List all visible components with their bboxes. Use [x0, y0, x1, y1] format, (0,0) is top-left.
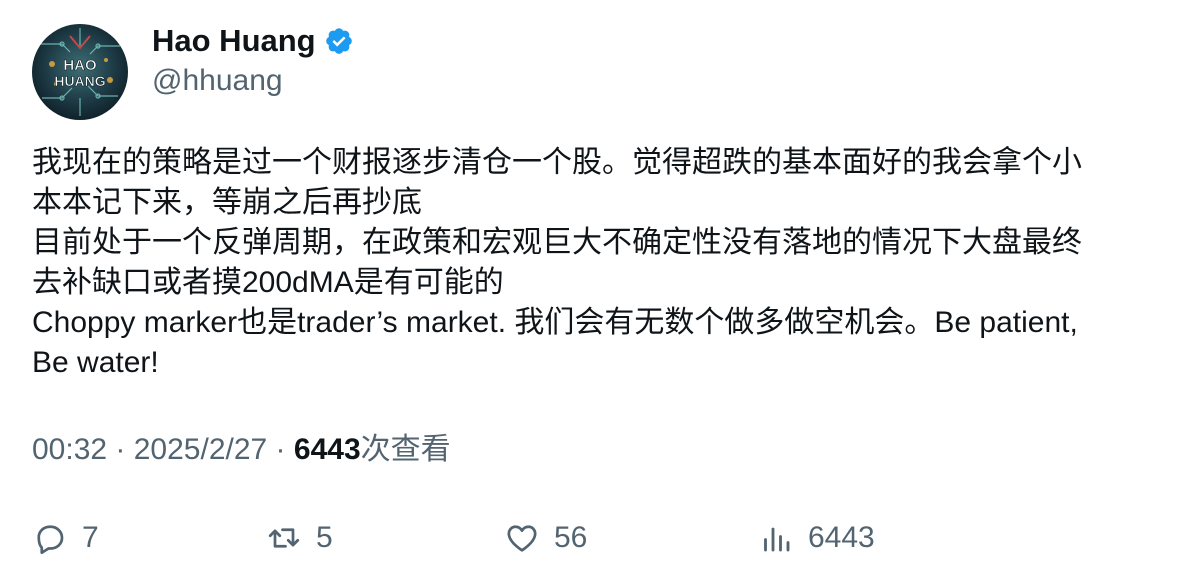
author-name-row: Hao Huang [152, 22, 354, 60]
tweet-text-line: 本本记下来，等崩之后再抄底 [32, 186, 422, 219]
tweet-card: HAO HUANG Hao Huang @hhuang 我现在的策略是过一个财报… [0, 0, 1196, 584]
views-label: 次查看 [360, 433, 451, 466]
like-button[interactable]: 56 [504, 516, 587, 560]
retweet-count: 5 [316, 521, 333, 554]
tweet-time[interactable]: 00:32 [32, 433, 107, 466]
avatar-image: HAO HUANG [32, 24, 128, 120]
svg-text:HAO: HAO [63, 57, 97, 74]
author-display-name[interactable]: Hao Huang [152, 22, 316, 60]
retweet-icon [268, 528, 300, 548]
tweet-text-line: 目前处于一个反弹周期，在政策和宏观巨大不确定性没有落地的情况下大盘最终 [32, 226, 1082, 259]
tweet-text: 我现在的策略是过一个财报逐步清仓一个股。觉得超跌的基本面好的我会拿个小 本本记下… [32, 143, 1172, 383]
reply-button[interactable]: 7 [32, 516, 99, 560]
tweet-text-line: 去补缺口或者摸200dMA是有可能的 [32, 266, 504, 299]
meta-separator: · [107, 433, 134, 466]
author-handle[interactable]: @hhuang [152, 62, 283, 100]
svg-text:HUANG: HUANG [54, 73, 105, 89]
views-button[interactable]: 6443 [758, 516, 875, 560]
like-count: 56 [554, 521, 588, 554]
tweet-text-line: 我现在的策略是过一个财报逐步清仓一个股。觉得超跌的基本面好的我会拿个小 [32, 146, 1082, 179]
avatar[interactable]: HAO HUANG [32, 24, 128, 120]
meta-separator: · [267, 433, 294, 466]
tweet-text-line: Choppy marker也是trader’s market. 我们会有无数个做… [32, 306, 1078, 339]
reply-icon [37, 525, 64, 555]
heart-icon [507, 525, 537, 552]
views-count: 6443 [293, 433, 361, 466]
verified-badge-icon[interactable] [324, 26, 354, 56]
tweet-meta: 00:32 · 2025/2/27 · 6443次查看 [32, 430, 451, 470]
tweet-actions: 7 5 56 6443 [0, 516, 1196, 560]
analytics-icon [764, 527, 790, 552]
retweet-button[interactable]: 5 [266, 516, 333, 560]
views-action-count: 6443 [808, 521, 875, 554]
reply-count: 7 [82, 521, 99, 554]
tweet-date[interactable]: 2025/2/27 [134, 433, 267, 466]
tweet-text-line: Be water! [32, 346, 159, 379]
